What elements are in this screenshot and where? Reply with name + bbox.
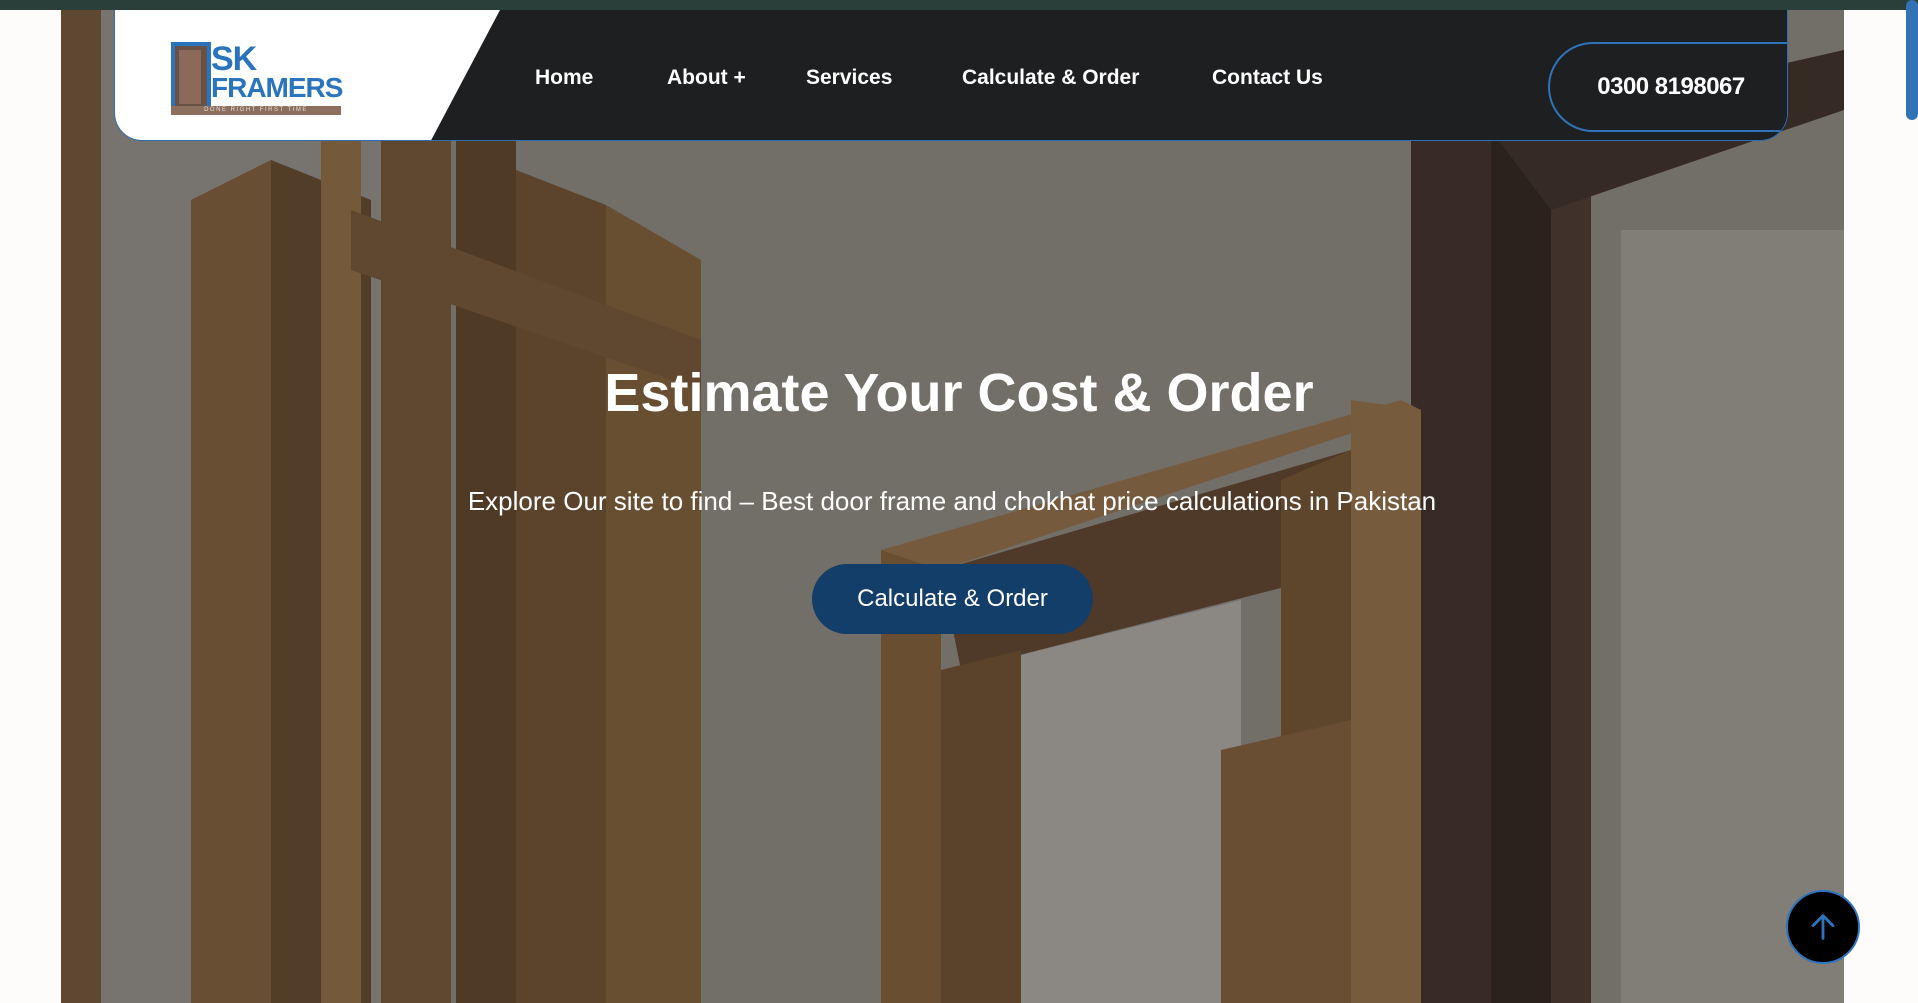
nav-contact-us[interactable]: Contact Us	[1212, 66, 1323, 90]
nav-about[interactable]: About +	[667, 66, 746, 90]
logo-zone: SK FRAMERS DONE RIGHT FIRST TIME	[115, 10, 500, 140]
sk-framers-logo[interactable]: SK FRAMERS DONE RIGHT FIRST TIME	[171, 40, 343, 115]
door-logo-icon	[171, 42, 211, 112]
hero-subtitle: Explore Our site to find – Best door fra…	[467, 486, 1437, 516]
calculate-order-button[interactable]: Calculate & Order	[812, 564, 1093, 634]
top-accent-strip	[0, 0, 1918, 10]
logo-text-framers: FRAMERS	[211, 72, 343, 103]
hero-title: Estimate Your Cost & Order	[604, 363, 1314, 423]
back-to-top-button[interactable]	[1786, 890, 1860, 964]
nav-home[interactable]: Home	[535, 66, 593, 90]
phone-contact-button[interactable]: 0300 8198067	[1548, 42, 1787, 132]
phone-number[interactable]: 0300 8198067	[1550, 44, 1787, 130]
arrow-up-icon	[1811, 914, 1835, 940]
nav-services[interactable]: Services	[806, 66, 892, 90]
nav-calculate-order[interactable]: Calculate & Order	[962, 66, 1139, 90]
page-scrollbar[interactable]	[1906, 0, 1918, 120]
logo-tagline: DONE RIGHT FIRST TIME	[171, 106, 341, 115]
site-header: SK FRAMERS DONE RIGHT FIRST TIME Home Ab…	[114, 10, 1788, 141]
